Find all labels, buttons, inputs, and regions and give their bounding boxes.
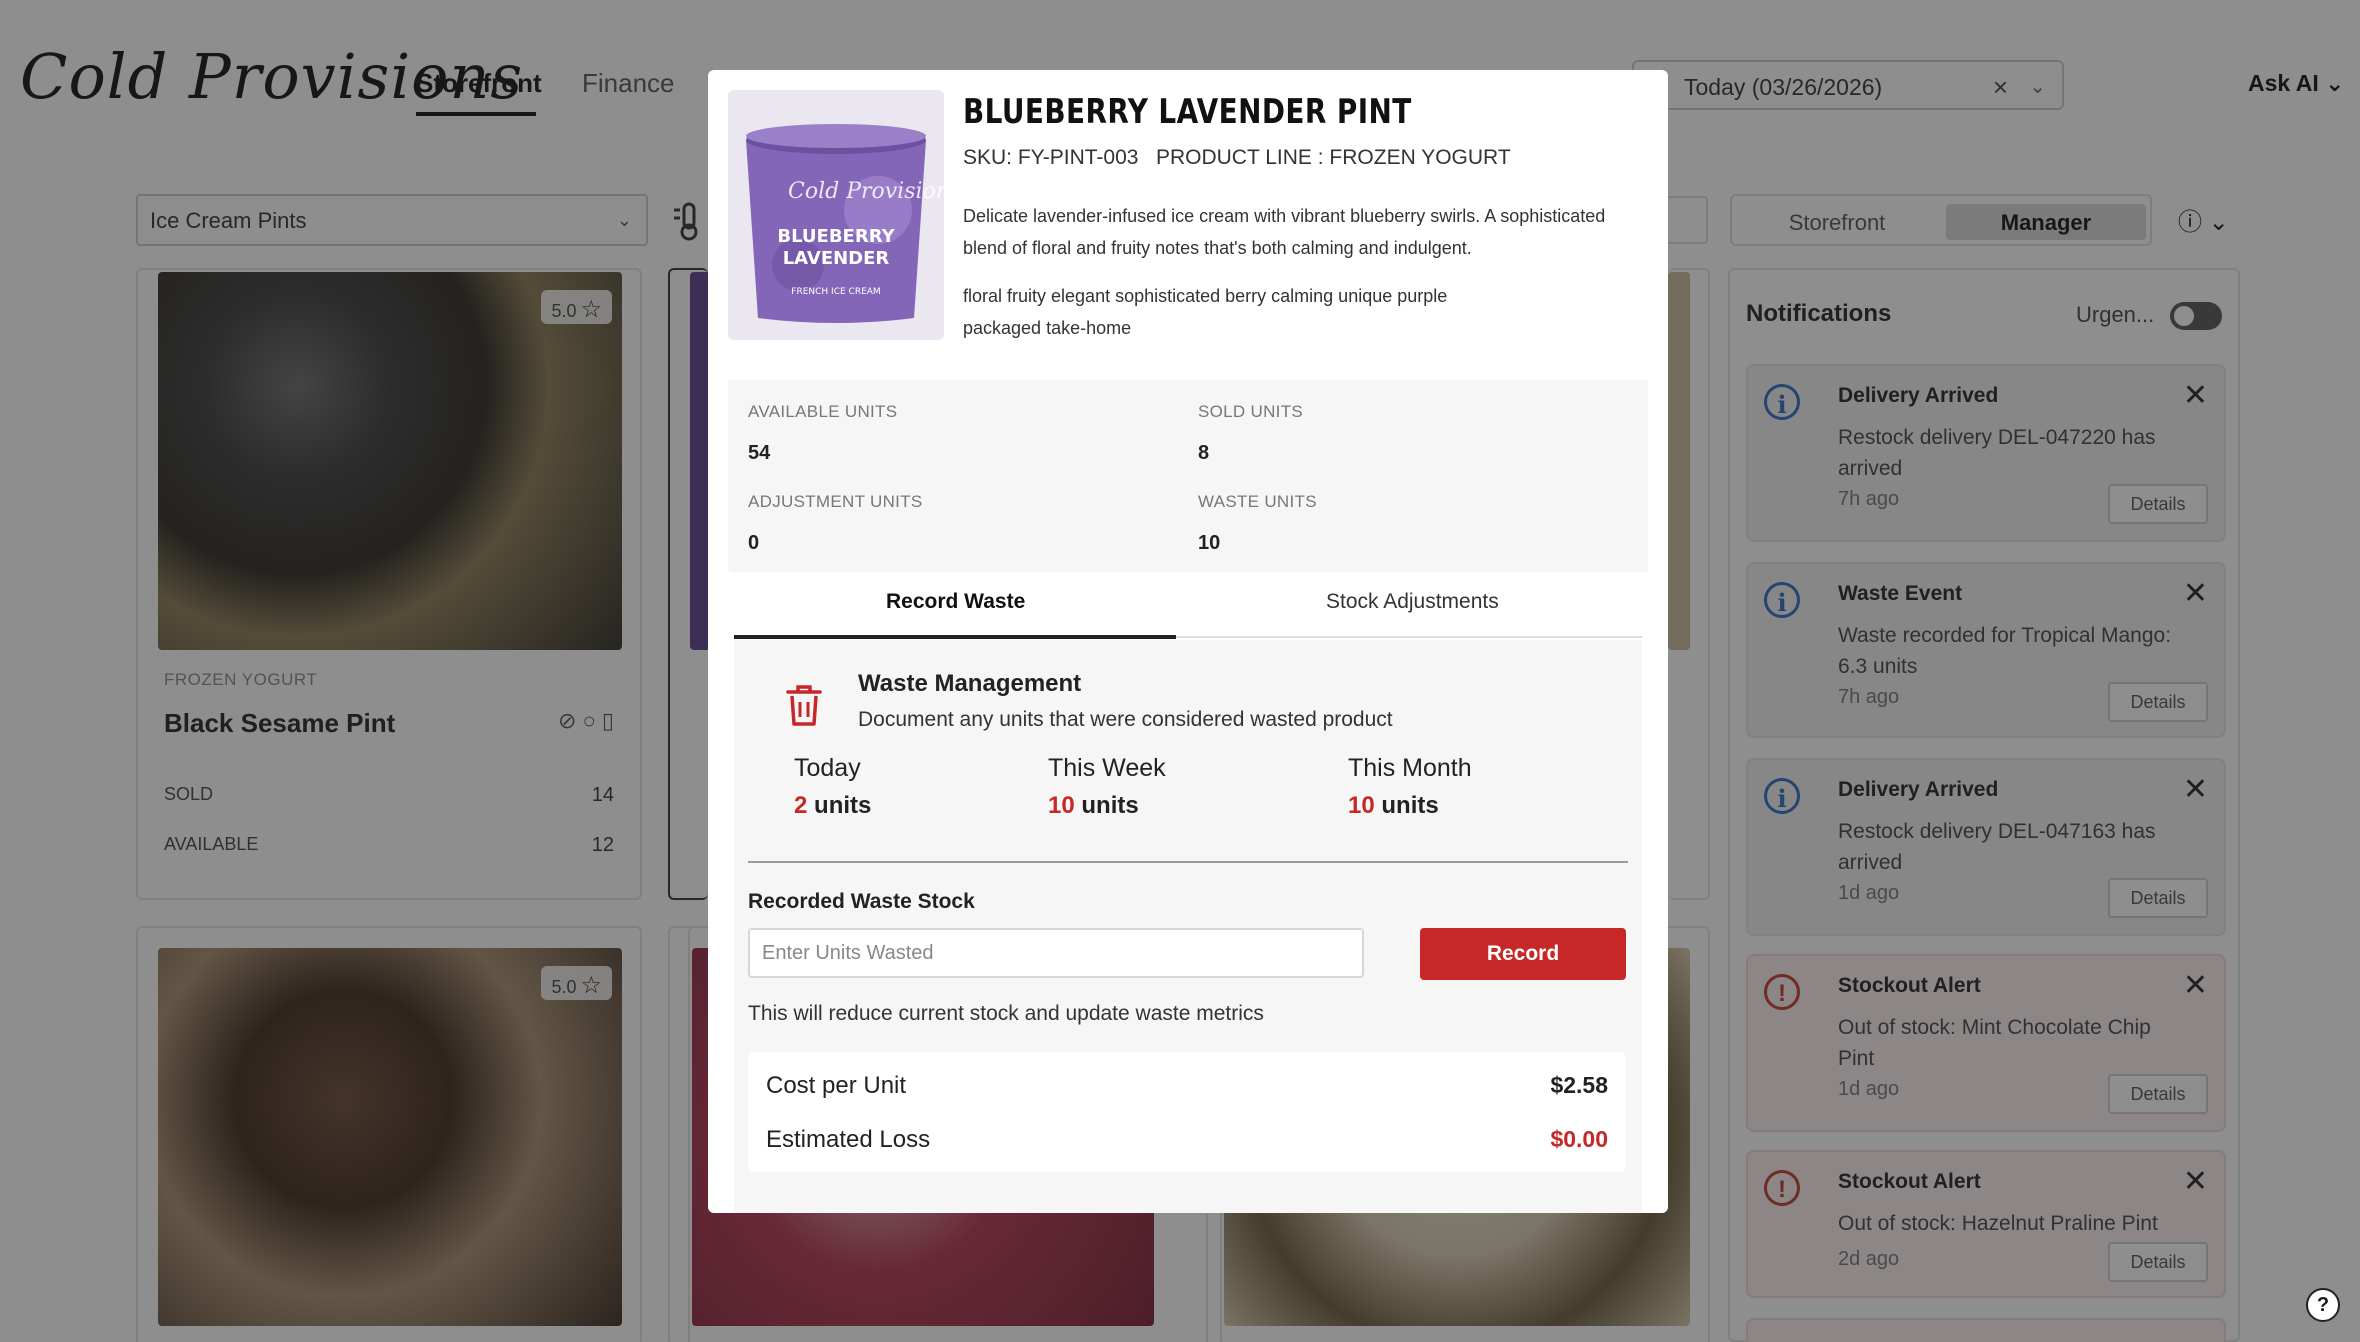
available-units-value: 54 xyxy=(748,442,771,464)
product-tags: floral fruity elegant sophisticated berr… xyxy=(963,286,1448,338)
inventory-stats: AVAILABLE UNITS 54 SOLD UNITS 8 ADJUSTME… xyxy=(728,380,1648,572)
adjustment-units-label: ADJUSTMENT UNITS xyxy=(748,492,923,511)
trash-icon xyxy=(784,684,824,728)
estimated-loss-value: $0.00 xyxy=(1550,1126,1608,1152)
cost-per-unit-value: $2.58 xyxy=(1550,1072,1608,1098)
section-divider xyxy=(748,861,1628,863)
product-title: BLUEBERRY LAVENDER PINT xyxy=(963,92,1412,132)
period-week-label: This Week xyxy=(1048,754,1166,782)
period-today-value: 2 units xyxy=(794,792,872,819)
units-wasted-input[interactable] xyxy=(748,928,1364,978)
period-month-label: This Month xyxy=(1348,754,1472,782)
cost-summary: Cost per Unit $2.58 Estimated Loss $0.00 xyxy=(748,1052,1626,1172)
waste-units-value: 10 xyxy=(1198,532,1221,554)
period-week-value: 10 units xyxy=(1048,792,1139,819)
pint-sub-text: FRENCH ICE CREAM xyxy=(791,287,880,297)
estimated-loss-label: Estimated Loss xyxy=(766,1126,931,1153)
adjustment-units-value: 0 xyxy=(748,532,760,554)
sold-units-value: 8 xyxy=(1198,442,1210,464)
pint-brand-text: Cold Provisions xyxy=(788,179,944,204)
cost-per-unit-label: Cost per Unit xyxy=(766,1072,907,1099)
product-sku: SKU: FY-PINT-003 PRODUCT LINE : FROZEN Y… xyxy=(963,146,1511,169)
active-tab-indicator xyxy=(734,635,1176,639)
help-icon[interactable]: ? xyxy=(2306,1288,2340,1322)
waste-management-panel: Waste Management Document any units that… xyxy=(734,640,1642,1213)
tab-stock-adjustments[interactable]: Stock Adjustments xyxy=(1326,590,1499,614)
available-units-label: AVAILABLE UNITS xyxy=(748,402,898,421)
period-month-value: 10 units xyxy=(1348,792,1439,819)
period-today-label: Today xyxy=(794,754,861,782)
waste-subtitle: Document any units that were considered … xyxy=(858,708,1393,731)
product-detail-modal: Cold Provisions BLUEBERRY LAVENDER FRENC… xyxy=(708,70,1668,1213)
product-description: Delicate lavender-infused ice cream with… xyxy=(963,206,1606,258)
product-thumbnail: Cold Provisions BLUEBERRY LAVENDER FRENC… xyxy=(728,90,944,340)
pint-name-line1: BLUEBERRY xyxy=(777,226,895,247)
waste-units-label: WASTE UNITS xyxy=(1198,492,1317,511)
recorded-waste-label: Recorded Waste Stock xyxy=(748,890,975,913)
pint-name-line2: LAVENDER xyxy=(783,248,890,269)
waste-title: Waste Management xyxy=(858,670,1082,697)
tab-record-waste[interactable]: Record Waste xyxy=(886,590,1025,614)
record-button[interactable]: Record xyxy=(1420,928,1626,980)
sold-units-label: SOLD UNITS xyxy=(1198,402,1304,421)
record-hint: This will reduce current stock and updat… xyxy=(748,1002,1264,1025)
